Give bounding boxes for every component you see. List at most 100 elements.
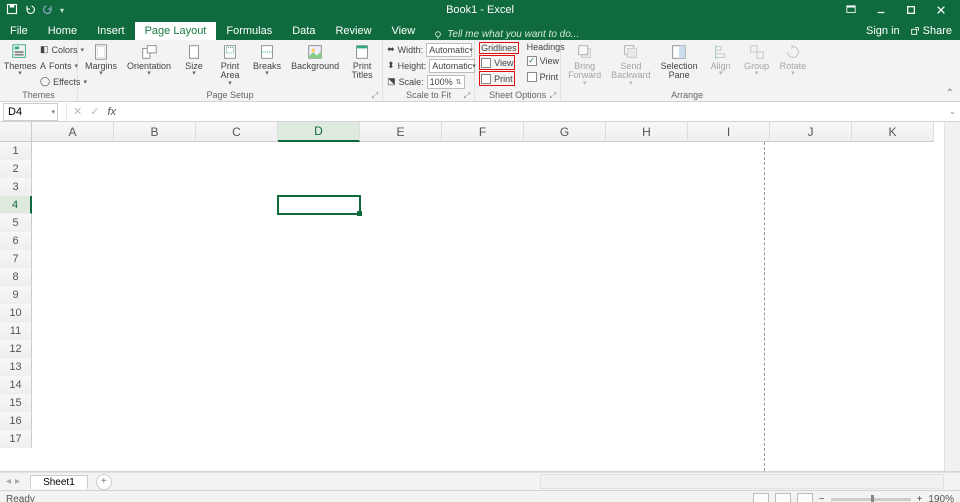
share-icon xyxy=(910,26,920,36)
minimize-button[interactable] xyxy=(866,0,896,20)
column-header[interactable]: I xyxy=(688,122,770,142)
close-button[interactable] xyxy=(926,0,956,20)
headings-view-checkbox[interactable]: View xyxy=(527,53,559,68)
tab-file[interactable]: File xyxy=(0,22,38,40)
row-header[interactable]: 17 xyxy=(0,430,32,448)
row-header[interactable]: 13 xyxy=(0,358,32,376)
row-header[interactable]: 4 xyxy=(0,196,32,214)
row-header[interactable]: 9 xyxy=(0,286,32,304)
column-header[interactable]: H xyxy=(606,122,688,142)
bring-forward-button[interactable]: Bring Forward▾ xyxy=(565,42,604,86)
enter-formula-icon[interactable]: ✓ xyxy=(90,105,99,118)
active-cell[interactable] xyxy=(277,195,361,215)
orientation-button[interactable]: Orientation▾ xyxy=(124,42,174,77)
row-header[interactable]: 3 xyxy=(0,178,32,196)
tab-data[interactable]: Data xyxy=(282,22,325,40)
sheet-tab-bar: ◂ ▸ Sheet1 + xyxy=(0,472,960,490)
row-header[interactable]: 10 xyxy=(0,304,32,322)
fx-icon[interactable]: fx xyxy=(107,106,116,118)
sheet-tab[interactable]: Sheet1 xyxy=(30,475,88,489)
scale-spinner[interactable]: 100%⇅ xyxy=(427,75,465,89)
headings-print-checkbox[interactable]: Print xyxy=(527,69,559,84)
name-box[interactable]: D4▾ xyxy=(3,103,58,121)
column-header[interactable]: B xyxy=(114,122,196,142)
column-header[interactable]: C xyxy=(196,122,278,142)
zoom-level[interactable]: 190% xyxy=(928,494,954,502)
headings-label: Headings xyxy=(527,42,565,52)
fill-handle[interactable] xyxy=(357,211,362,216)
column-header[interactable]: F xyxy=(442,122,524,142)
tab-insert[interactable]: Insert xyxy=(87,22,135,40)
size-button[interactable]: Size▾ xyxy=(178,42,210,77)
selection-pane-button[interactable]: Selection Pane xyxy=(658,42,701,82)
column-header[interactable]: E xyxy=(360,122,442,142)
tab-page-layout[interactable]: Page Layout xyxy=(135,22,217,40)
rotate-button[interactable]: Rotate▾ xyxy=(777,42,810,77)
page-break-view-button[interactable] xyxy=(797,493,813,502)
background-button[interactable]: Background xyxy=(288,42,342,72)
save-icon[interactable] xyxy=(6,3,18,18)
align-button[interactable]: Align▾ xyxy=(705,42,737,77)
breaks-button[interactable]: Breaks▾ xyxy=(250,42,284,77)
row-header[interactable]: 5 xyxy=(0,214,32,232)
sheet-nav-next-icon[interactable]: ▸ xyxy=(15,476,20,487)
print-titles-button[interactable]: Print Titles xyxy=(346,42,378,82)
cancel-formula-icon[interactable]: ✕ xyxy=(73,105,82,118)
undo-icon[interactable] xyxy=(24,3,36,18)
width-select[interactable]: Automatic▾ xyxy=(426,43,472,57)
share-button[interactable]: Share xyxy=(910,25,952,37)
group-button[interactable]: Group▾ xyxy=(741,42,773,77)
page-layout-view-button[interactable] xyxy=(775,493,791,502)
row-header[interactable]: 11 xyxy=(0,322,32,340)
zoom-slider[interactable] xyxy=(831,498,911,501)
cells-area[interactable] xyxy=(32,142,960,471)
height-select[interactable]: Automatic▾ xyxy=(429,59,475,73)
themes-button[interactable]: Themes ▾ xyxy=(4,42,36,77)
row-header[interactable]: 6 xyxy=(0,232,32,250)
expand-formula-bar-icon[interactable]: ⌄ xyxy=(949,107,956,116)
orientation-icon xyxy=(140,43,158,61)
row-header[interactable]: 15 xyxy=(0,394,32,412)
row-header[interactable]: 16 xyxy=(0,412,32,430)
worksheet-grid[interactable]: ABCDEFGHIJK 1234567891011121314151617 xyxy=(0,122,960,472)
zoom-out-button[interactable]: − xyxy=(819,494,825,502)
column-header[interactable]: D xyxy=(278,122,360,142)
row-header[interactable]: 12 xyxy=(0,340,32,358)
print-area-button[interactable]: Print Area▾ xyxy=(214,42,246,86)
tab-formulas[interactable]: Formulas xyxy=(216,22,282,40)
row-header[interactable]: 8 xyxy=(0,268,32,286)
column-header[interactable]: A xyxy=(32,122,114,142)
tab-view[interactable]: View xyxy=(382,22,426,40)
tell-me-search[interactable]: Tell me what you want to do... xyxy=(425,29,579,40)
row-header[interactable]: 1 xyxy=(0,142,32,160)
ribbon-options-icon[interactable] xyxy=(836,0,866,20)
formula-input[interactable] xyxy=(122,103,960,121)
collapse-ribbon-icon[interactable]: ⌃ xyxy=(946,88,954,99)
sheet-options-launcher[interactable]: ⤢ xyxy=(550,91,556,101)
column-header[interactable]: G xyxy=(524,122,606,142)
horizontal-scrollbar[interactable] xyxy=(540,474,944,489)
scale-launcher[interactable]: ⤢ xyxy=(464,91,470,101)
column-header[interactable]: K xyxy=(852,122,934,142)
normal-view-button[interactable] xyxy=(753,493,769,502)
gridlines-view-checkbox[interactable]: View xyxy=(479,55,515,70)
page-setup-launcher[interactable]: ⤢ xyxy=(372,91,378,101)
signin-link[interactable]: Sign in xyxy=(866,25,900,37)
tab-home[interactable]: Home xyxy=(38,22,87,40)
gridlines-print-checkbox[interactable]: Print xyxy=(479,71,515,86)
select-all-corner[interactable] xyxy=(0,122,32,142)
redo-icon[interactable] xyxy=(42,3,54,18)
qat-customize-icon[interactable]: ▾ xyxy=(60,6,64,15)
new-sheet-button[interactable]: + xyxy=(96,474,112,490)
row-header[interactable]: 2 xyxy=(0,160,32,178)
sheet-nav-prev-icon[interactable]: ◂ xyxy=(6,476,11,487)
tab-review[interactable]: Review xyxy=(325,22,381,40)
row-header[interactable]: 14 xyxy=(0,376,32,394)
margins-button[interactable]: Margins▾ xyxy=(82,42,120,77)
zoom-in-button[interactable]: + xyxy=(917,494,923,502)
send-backward-button[interactable]: Send Backward▾ xyxy=(608,42,654,86)
row-header[interactable]: 7 xyxy=(0,250,32,268)
maximize-button[interactable] xyxy=(896,0,926,20)
column-header[interactable]: J xyxy=(770,122,852,142)
vertical-scrollbar[interactable] xyxy=(944,122,960,471)
